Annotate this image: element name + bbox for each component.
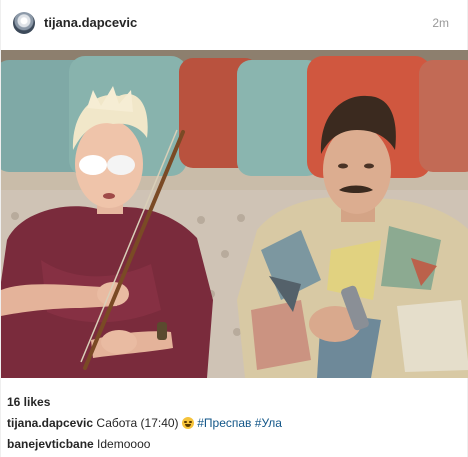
likes-count[interactable]: 16 likes (7, 395, 50, 409)
post-photo[interactable] (1, 50, 468, 378)
post-username[interactable]: tijana.dapcevic (44, 15, 137, 30)
instagram-post: tijana.dapcevic 2m 16 likes tijana.dapce… (0, 0, 468, 457)
comment-text: Idemoooo (97, 437, 151, 451)
post-header: tijana.dapcevic 2m (1, 0, 468, 48)
hashtag-link[interactable]: #Преспав (197, 416, 251, 430)
hashtag-link[interactable]: #Ула (255, 416, 282, 430)
comment-username[interactable]: banejevticbane (7, 437, 94, 451)
comment: banejevticbane Idemoooo (7, 437, 150, 451)
avatar[interactable] (13, 12, 35, 34)
caption-text: Сабота (17:40) (96, 416, 179, 430)
laughing-face-icon (181, 417, 194, 429)
post-caption: tijana.dapcevic Сабота (17:40) #Преспав … (7, 416, 282, 430)
caption-username[interactable]: tijana.dapcevic (7, 416, 93, 430)
post-timestamp[interactable]: 2m (432, 16, 449, 30)
